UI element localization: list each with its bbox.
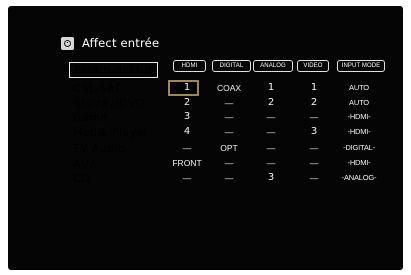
header-digital: DIGITAL — [212, 60, 251, 72]
cell-video[interactable]: — — [289, 142, 339, 154]
source-label[interactable]: Media Player — [73, 126, 149, 139]
source-label[interactable]: AUX — [73, 157, 97, 170]
default-settings-button[interactable]: Param.défaut — [69, 62, 158, 78]
header-video: VIDEO — [297, 60, 329, 72]
cell-mode[interactable]: -ANALOG- — [334, 172, 384, 184]
cell-video[interactable]: — — [289, 111, 339, 123]
cell-mode[interactable]: -DIGITAL- — [334, 142, 384, 154]
cell-mode[interactable]: AUTO — [334, 97, 384, 109]
menu-title-row: Affect entrée — [61, 36, 159, 50]
source-label[interactable]: TV Audio — [73, 142, 125, 155]
cell-video[interactable]: — — [289, 172, 339, 184]
source-label[interactable]: Game — [73, 111, 107, 124]
cell-video[interactable]: 2 — [289, 97, 339, 109]
osd-screen: Affect entrée — [8, 6, 403, 270]
header-input-mode: INPUT MODE — [337, 60, 385, 72]
cell-mode[interactable]: AUTO — [334, 82, 384, 94]
input-assign-icon — [61, 36, 74, 50]
source-label[interactable]: Blu-ray/DVD — [73, 97, 145, 110]
source-label[interactable]: CD — [73, 172, 90, 185]
cell-video[interactable]: — — [289, 157, 339, 169]
cell-mode[interactable]: -HDMI- — [334, 111, 384, 123]
source-label[interactable]: CBL/SAT — [73, 82, 121, 95]
cell-mode[interactable]: -HDMI- — [334, 126, 384, 138]
selection-cursor — [168, 80, 199, 96]
cell-video[interactable]: 1 — [289, 82, 339, 94]
header-hdmi: HDMI — [173, 60, 206, 72]
cell-video[interactable]: 3 — [289, 126, 339, 138]
header-analog: ANALOG — [253, 60, 293, 72]
menu-title: Affect entrée — [82, 36, 160, 50]
cell-mode[interactable]: -HDMI- — [334, 157, 384, 169]
